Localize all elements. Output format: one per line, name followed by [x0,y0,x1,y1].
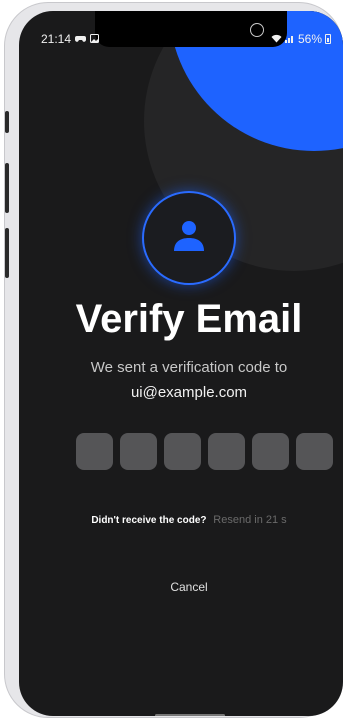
resend-button[interactable]: Resend in 21 s [213,514,286,526]
otp-digit-2[interactable] [120,433,157,470]
battery-icon [325,34,331,44]
otp-digit-5[interactable] [252,433,289,470]
user-icon [174,221,204,251]
avatar [142,191,236,285]
resend-question: Didn't receive the code? [91,515,207,526]
game-controller-icon [75,32,87,46]
otp-digit-4[interactable] [208,433,245,470]
signal-icon [284,32,295,46]
image-icon [90,32,100,46]
phone-frame: 21:14 56% Verify Email We sent a verific… [4,2,343,718]
status-bar-right: 56% [271,32,331,46]
wifi-icon [271,32,282,46]
otp-input-group [76,433,333,470]
otp-digit-6[interactable] [296,433,333,470]
camera-icon [250,23,264,37]
battery-label: 56% [297,32,322,46]
cancel-button[interactable]: Cancel [19,580,343,594]
subtitle: We sent a verification code to [90,359,288,376]
otp-digit-1[interactable] [76,433,113,470]
volume-down-button [5,228,9,278]
email-address: ui@example.com [130,384,248,401]
resend-row: Didn't receive the code? Resend in 21 s [19,514,343,526]
status-bar-left: 21:14 [41,32,100,46]
status-time: 21:14 [41,32,72,46]
page-title: Verify Email [75,297,303,341]
home-indicator[interactable] [155,714,225,716]
screen: 21:14 56% Verify Email We sent a verific… [19,11,343,716]
volume-up-button [5,163,9,213]
side-button [5,111,9,133]
otp-digit-3[interactable] [164,433,201,470]
